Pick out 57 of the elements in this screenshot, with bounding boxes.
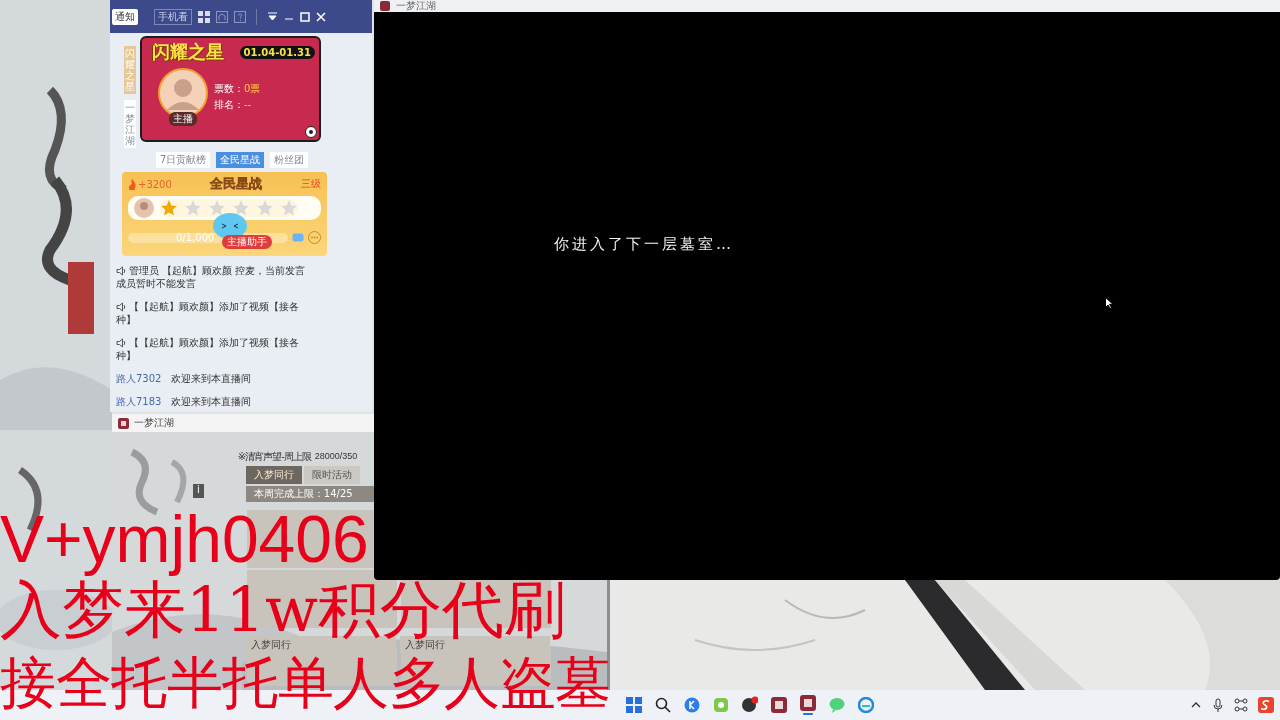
fire-icon (128, 178, 136, 190)
search-icon[interactable] (655, 697, 671, 713)
rank-text: 排名：-- (214, 98, 253, 112)
grid-icon[interactable] (198, 10, 210, 23)
window-title: 一梦江湖 (134, 416, 174, 430)
chat-message: 【【起航】顾欢颜】添加了视频【接各种】 (116, 300, 300, 326)
chat-username[interactable]: 路人7302 (116, 373, 162, 384)
network-icon[interactable] (1234, 698, 1248, 712)
avatar (134, 198, 154, 218)
home-icon[interactable] (216, 10, 228, 23)
speaker-icon (116, 338, 126, 348)
speaker-icon (116, 302, 126, 312)
heat-value: +3200 (138, 178, 172, 190)
ball-icon (305, 126, 317, 138)
date-range: 01.04-01.31 (239, 45, 315, 59)
ranking-tab[interactable]: 全民星战 (216, 152, 265, 168)
game-logo-icon (380, 1, 390, 11)
k-app-icon[interactable] (684, 697, 700, 713)
chat-message: 路人7183 欢迎来到本直播间 (116, 395, 253, 408)
star-icon (208, 199, 226, 217)
side-tab[interactable]: 一梦江湖 (124, 100, 136, 148)
help-icon[interactable] (234, 10, 246, 23)
chat-username[interactable]: 路人7183 (116, 396, 162, 407)
banner-title: 闪耀之星 (152, 40, 224, 64)
grade-label: 三级 (301, 177, 321, 191)
microphone-icon[interactable] (1212, 698, 1224, 712)
input-method-icon[interactable] (1258, 697, 1274, 713)
star-icon (256, 199, 274, 217)
assistant-badge[interactable]: 主播助手 (222, 235, 272, 249)
votes-text: 票数：0票 (214, 82, 261, 96)
window-title: 一梦江湖 (396, 0, 436, 12)
star-war-title: 全民星战 (210, 175, 263, 193)
windows-icon[interactable] (626, 697, 642, 713)
ranking-tab[interactable]: 7日贡献榜 (156, 152, 211, 168)
host-tag: 主播 (169, 112, 197, 126)
chat-message: 【【起航】顾欢颜】添加了视频【接各种】 (116, 336, 300, 362)
circle-app-icon[interactable] (742, 696, 758, 714)
browser-icon[interactable] (858, 697, 874, 713)
star-icon (280, 199, 298, 217)
star-icon (232, 199, 250, 217)
game-app-icon[interactable] (800, 695, 816, 715)
maximize-icon[interactable] (300, 11, 310, 22)
chat-message: 管理员 【起航】顾欢颜 控麦，当前发言成员暂时不能发言 (116, 264, 307, 290)
notice-button[interactable]: 通知 (112, 8, 138, 25)
ranking-tab[interactable]: 粉丝团 (270, 152, 309, 168)
speaker-icon (116, 266, 126, 276)
dropdown-icon[interactable] (267, 11, 278, 22)
cursor-icon (1105, 297, 1113, 309)
star-icon (160, 199, 178, 217)
progress-text: 0/1,000 (176, 232, 215, 243)
game-app-icon[interactable] (771, 697, 787, 713)
game-caption: 你进入了下一层墓室… (553, 234, 734, 254)
chat-message: 路人7302 欢迎来到本直播间 (116, 372, 253, 385)
close-icon[interactable] (316, 11, 326, 22)
star-icon (184, 199, 202, 217)
game-logo-icon (118, 417, 129, 429)
mobile-view-button[interactable]: 手机看 (154, 8, 192, 25)
